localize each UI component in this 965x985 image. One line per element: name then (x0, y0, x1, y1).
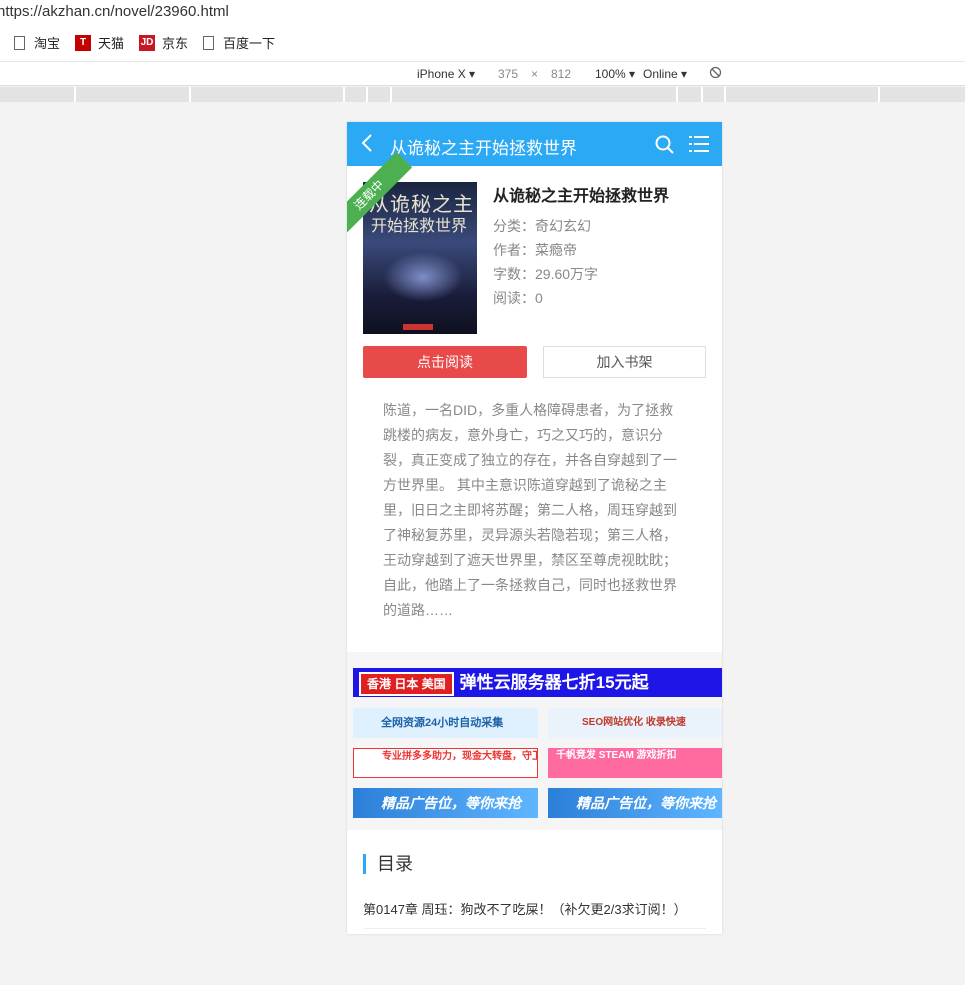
ad-banner-c2[interactable]: 精品广告位，等你来抢 (548, 788, 722, 818)
table-of-contents: 目录 第0147章 周珏：狗改不了吃屎！（补欠更2/3求订阅！） (347, 840, 722, 934)
ad-banner-a2[interactable]: SEO网站优化 收录快速 (548, 708, 722, 738)
address-bar[interactable]: https://akzhan.cn/novel/23960.html (0, 0, 965, 24)
toc-title: 目录 (363, 854, 413, 874)
book-info: 从诡秘之主 开始拯救世界 连载中 从诡秘之主开始拯救世界 分类：奇幻玄幻 作者：… (347, 151, 722, 342)
media-query-ruler (0, 87, 965, 102)
bookmark-tmall[interactable]: T 天猫 (75, 33, 124, 52)
chapter-link[interactable]: 第0147章 周珏：狗改不了吃屎！（补欠更2/3求订阅！） (363, 899, 706, 929)
page-icon (14, 35, 25, 50)
ad-section: 香港 日本 美国 弹性云服务器七折15元起 全网资源24小时自动采集 SEO网站优… (347, 652, 722, 830)
menu-list-icon[interactable] (689, 135, 709, 153)
zoom-select[interactable]: 100% ▾ (595, 67, 635, 81)
back-icon[interactable] (361, 133, 373, 159)
page-icon (203, 35, 215, 50)
page-title: 从诡秘之主开始拯救世界 (390, 139, 577, 158)
device-select[interactable]: iPhone X ▾ (417, 67, 475, 81)
bookmark-taobao[interactable]: 淘宝 (14, 33, 60, 52)
book-author: 作者：菜瘾帝 (493, 242, 577, 258)
book-read-count: 阅读：0 (493, 290, 543, 306)
book-category: 分类：奇幻玄幻 (493, 218, 591, 234)
url-text: https://akzhan.cn/novel/23960.html (0, 3, 229, 20)
book-word-count: 字数：29.60万字 (493, 266, 599, 282)
ad-banner-b2[interactable]: 千帆竞发 STEAM 游戏折扣 (548, 748, 722, 778)
book-name: 从诡秘之主开始拯救世界 (493, 188, 670, 205)
ad-banner-cloud[interactable]: 香港 日本 美国 弹性云服务器七折15元起 (353, 668, 722, 697)
viewport-width[interactable]: 375 (498, 67, 518, 81)
times-sign: × (531, 67, 539, 81)
jd-icon: JD (139, 34, 156, 51)
ad-banner-a1[interactable]: 全网资源24小时自动采集 (353, 708, 538, 738)
viewport-height[interactable]: 812 (551, 67, 571, 81)
mobile-viewport: 从诡秘之主开始拯救世界 从诡秘之主 开始拯救世界 连载中 从诡秘之主开始拯救世界… (347, 122, 722, 934)
bookmark-baidu[interactable]: 百度一下 (203, 33, 275, 52)
search-icon[interactable] (655, 135, 674, 154)
book-cover[interactable]: 从诡秘之主 开始拯救世界 (363, 182, 477, 334)
book-meta: 从诡秘之主开始拯救世界 分类：奇幻玄幻 作者：菜瘾帝 字数：29.60万字 阅读… (493, 182, 669, 310)
bookmark-jd[interactable]: JD 京东 (139, 33, 188, 52)
ad-banner-c1[interactable]: 精品广告位，等你来抢 (353, 788, 538, 818)
network-select[interactable]: Online ▾ (643, 67, 687, 81)
book-intro: 陈道，一名DID，多重人格障碍患者，为了拯救跳楼的病友，意外身亡，巧之又巧的，意… (383, 402, 677, 618)
read-button[interactable]: 点击阅读 (363, 346, 527, 378)
device-toolbar: iPhone X ▾ 375 × 812 100% ▾ Online ▾ (0, 62, 965, 86)
cover-subtitle: 开始拯救世界 (371, 216, 468, 235)
add-to-shelf-button[interactable]: 加入书架 (543, 346, 706, 378)
ad-banner-b1[interactable]: 专业拼多多助力，现金大转盘，守卫现金 (353, 748, 538, 778)
bookmarks-bar: 淘宝 T 天猫 JD 京东 百度一下 (0, 24, 965, 62)
rotate-icon[interactable] (709, 66, 722, 82)
tmall-icon: T (75, 34, 92, 51)
action-buttons: 点击阅读 加入书架 (347, 342, 722, 398)
